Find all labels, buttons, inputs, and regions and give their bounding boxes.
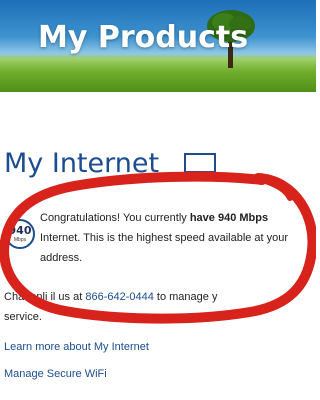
speed-value: 940	[8, 224, 32, 237]
contact-message: Chat onli il us at 866-642-0444 to manag…	[4, 287, 304, 327]
hero-banner: My Products	[0, 0, 316, 92]
manage-wifi-link[interactable]: Manage Secure WiFi	[4, 368, 107, 380]
speed-badge: 940 Mbps	[5, 219, 35, 249]
message-speed: have 940 Mbps	[189, 212, 269, 224]
chat-suffix: to manage y	[153, 291, 218, 303]
message-prefix: Congratulations! You currently	[40, 212, 190, 224]
chat-end: service.	[4, 311, 42, 323]
chat-middle: il us at	[50, 291, 86, 303]
congratulations-message: Congratulations! You currently have 940 …	[40, 208, 300, 268]
hero-title: My Products	[38, 20, 249, 55]
section-title: My Internet	[4, 148, 160, 179]
speed-unit: Mbps	[13, 237, 27, 243]
message-suffix: Internet. This is the highest speed avai…	[40, 232, 289, 264]
phone-link[interactable]: 866-642-0444	[85, 291, 154, 303]
chat-prefix: Chat onli	[4, 291, 48, 303]
learn-more-link[interactable]: Learn more about My Internet	[4, 341, 149, 353]
laptop-icon	[181, 153, 219, 176]
